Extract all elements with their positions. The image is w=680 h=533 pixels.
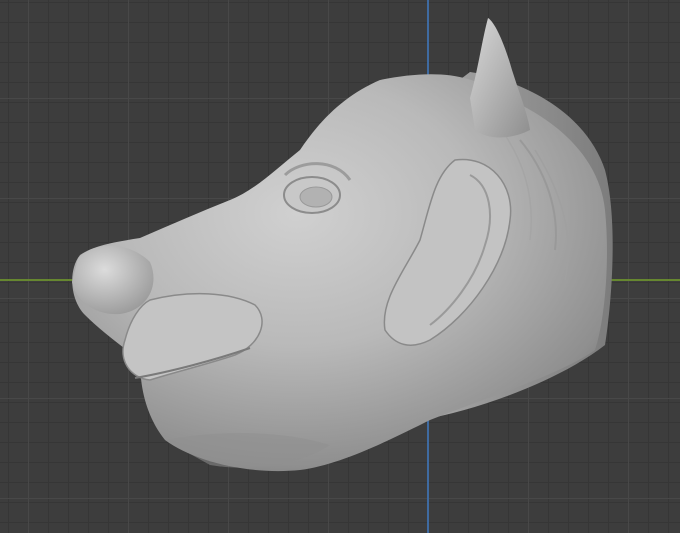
sculpted-head-model[interactable] <box>0 0 680 533</box>
3d-viewport[interactable] <box>0 0 680 533</box>
horn <box>470 18 530 138</box>
